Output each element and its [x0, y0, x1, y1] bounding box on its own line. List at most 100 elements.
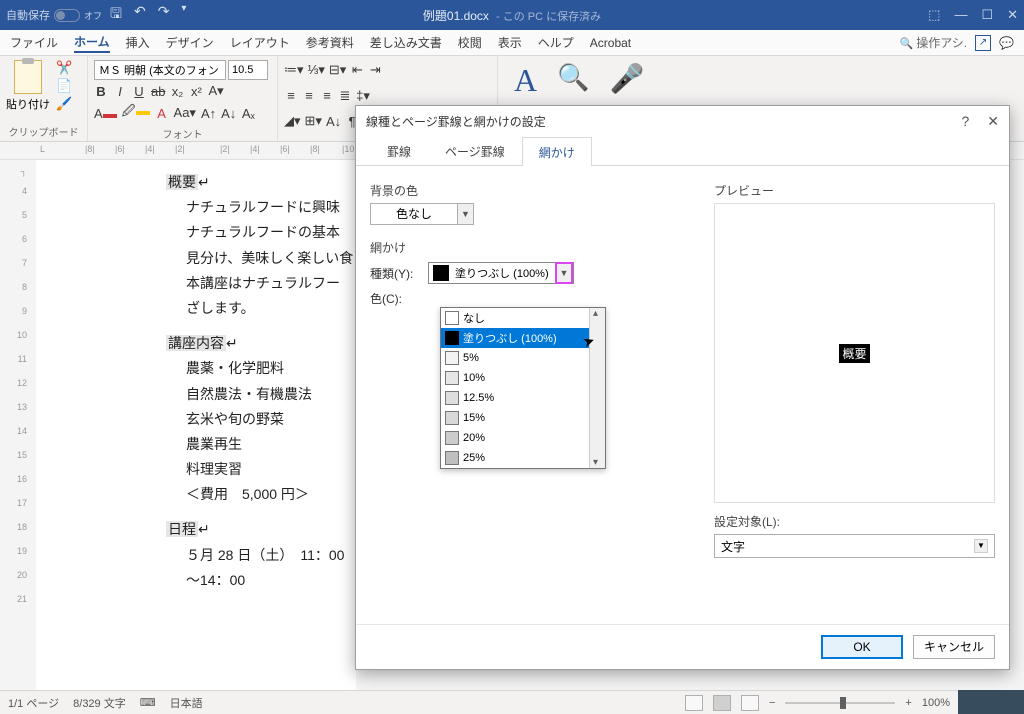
doc-text: ナチュラルフードの基本	[36, 220, 356, 245]
underline-button[interactable]: U	[132, 84, 146, 99]
change-case-button[interactable]: Aa▾	[174, 105, 196, 121]
apply-dropdown-icon[interactable]: ▼	[974, 539, 988, 553]
dropdown-scrollbar[interactable]	[589, 308, 605, 468]
ribbon-display-icon[interactable]: ⬚	[928, 7, 940, 23]
inc-indent-button[interactable]: ⇥	[368, 62, 382, 78]
option-25[interactable]: 25%	[441, 448, 605, 468]
tab-home[interactable]: ホーム	[74, 33, 110, 53]
bullets-button[interactable]: ≔▾	[284, 62, 304, 78]
grow-font-button[interactable]: A↑	[201, 106, 216, 121]
status-words[interactable]: 8/329 文字	[73, 695, 126, 711]
option-10[interactable]: 10%	[441, 368, 605, 388]
superscript-button[interactable]: x²	[189, 84, 203, 99]
sort-button[interactable]: A↓	[326, 114, 341, 129]
align-right-button[interactable]: ≡	[320, 88, 334, 103]
highlight-button[interactable]: 🖉	[122, 102, 150, 124]
tab-mail[interactable]: 差し込み文書	[370, 34, 442, 51]
option-5[interactable]: 5%	[441, 348, 605, 368]
autosave-toggle[interactable]: 自動保存 オフ	[6, 7, 102, 23]
document-page[interactable]: 概要↵ ナチュラルフードに興味 ナチュラルフードの基本 見分け、美味しく楽しい食…	[36, 160, 356, 690]
qat-more-icon[interactable]: ▾	[181, 3, 186, 27]
dec-indent-button[interactable]: ⇤	[350, 62, 364, 78]
group-font: B I U ab x₂ x² A▾ A 🖉 A Aa▾ A↑ A↓ Aₓ フォン…	[88, 56, 278, 141]
view-print-icon[interactable]	[713, 695, 731, 711]
align-center-button[interactable]: ≡	[302, 88, 316, 103]
font-size-input[interactable]	[228, 60, 268, 80]
shading-button[interactable]: ◢▾	[284, 113, 301, 129]
dialog-help-icon[interactable]: ?	[961, 113, 969, 130]
zoom-out-icon[interactable]: −	[769, 697, 775, 709]
subscript-button[interactable]: x₂	[170, 84, 184, 99]
bgcolor-dropdown-icon[interactable]: ▼	[458, 203, 474, 225]
tab-page-border[interactable]: ページ罫線	[428, 136, 522, 165]
status-page[interactable]: 1/1 ページ	[8, 695, 59, 711]
italic-button[interactable]: I	[113, 84, 127, 99]
tab-shading[interactable]: 網かけ	[522, 137, 592, 166]
line-spacing-button[interactable]: ‡▾	[356, 88, 370, 104]
group-label-clipboard: クリップボード	[6, 122, 81, 141]
save-icon[interactable]: 🖫	[110, 3, 122, 27]
char-shading-button[interactable]: A	[155, 106, 169, 121]
tab-references[interactable]: 参考資料	[306, 34, 354, 51]
tab-file[interactable]: ファイル	[10, 34, 58, 51]
maximize-icon[interactable]: ☐	[981, 7, 993, 23]
font-color-button[interactable]: A	[94, 106, 117, 121]
bold-button[interactable]: B	[94, 84, 108, 99]
type-combobox[interactable]: 塗りつぶし (100%) ▼	[428, 262, 574, 284]
find-button[interactable]: 🔍	[557, 62, 589, 93]
zoom-in-icon[interactable]: +	[905, 697, 911, 709]
tab-help[interactable]: ヘルプ	[538, 34, 574, 51]
comments-icon[interactable]: 💬	[999, 36, 1014, 50]
ok-button[interactable]: OK	[821, 635, 903, 659]
tab-insert[interactable]: 挿入	[126, 34, 150, 51]
view-web-icon[interactable]	[741, 695, 759, 711]
cut-icon[interactable]: ✂️	[56, 60, 72, 76]
justify-button[interactable]: ≣	[338, 88, 352, 104]
apply-to-combobox[interactable]: 文字 ▼	[714, 534, 995, 558]
copy-icon[interactable]: 📄	[56, 78, 72, 94]
tab-acrobat[interactable]: Acrobat	[590, 36, 631, 50]
doc-heading-2: 講座内容	[166, 335, 226, 351]
bgcolor-value[interactable]: 色なし	[370, 203, 458, 225]
status-language[interactable]: 日本語	[170, 695, 203, 711]
styles-button[interactable]: A	[514, 62, 537, 99]
dialog-right-panel: プレビュー 概要 設定対象(L): 文字 ▼	[714, 176, 995, 614]
zoom-value[interactable]: 100%	[922, 697, 950, 709]
cancel-button[interactable]: キャンセル	[913, 635, 995, 659]
share-icon[interactable]: ↗	[975, 35, 991, 51]
option-solid[interactable]: 塗りつぶし (100%)	[441, 328, 605, 348]
close-icon[interactable]: ✕	[1007, 7, 1018, 23]
view-read-icon[interactable]	[685, 695, 703, 711]
font-name-input[interactable]	[94, 60, 226, 80]
type-dropdown-icon[interactable]: ▼	[555, 262, 573, 284]
redo-icon[interactable]: ↷	[158, 3, 170, 27]
option-12[interactable]: 12.5%	[441, 388, 605, 408]
align-left-button[interactable]: ≡	[284, 88, 298, 103]
dictate-button[interactable]: 🎤	[609, 62, 644, 95]
tab-layout[interactable]: レイアウト	[230, 34, 290, 51]
tellme-search[interactable]: 操作アシ.	[899, 34, 967, 51]
text-effects-button[interactable]: A▾	[208, 83, 223, 99]
tab-view[interactable]: 表示	[498, 34, 522, 51]
format-painter-icon[interactable]: 🖌️	[56, 96, 72, 112]
option-20[interactable]: 20%	[441, 428, 605, 448]
option-none[interactable]: なし	[441, 308, 605, 328]
numbering-button[interactable]: ⅓▾	[308, 62, 325, 78]
ruler-vertical[interactable]: ┐ 4 5 6 7 8 9 10 11 12 13 14 15 16 17 18…	[0, 160, 30, 690]
multilevel-button[interactable]: ⊟▾	[329, 62, 346, 78]
tab-review[interactable]: 校閲	[458, 34, 482, 51]
status-proof-icon[interactable]: ⌨	[140, 696, 156, 709]
paste-button[interactable]: 貼り付け	[6, 60, 50, 112]
tab-design[interactable]: デザイン	[166, 34, 214, 51]
tab-borders[interactable]: 罫線	[370, 136, 428, 165]
minimize-icon[interactable]: —	[954, 7, 967, 23]
strike-button[interactable]: ab	[151, 84, 165, 99]
option-15[interactable]: 15%	[441, 408, 605, 428]
autosave-switch-icon[interactable]	[54, 9, 80, 22]
undo-icon[interactable]: ↶	[134, 3, 146, 27]
borders-button[interactable]: ⊞▾	[305, 113, 322, 129]
zoom-slider[interactable]	[785, 702, 895, 704]
dialog-close-icon[interactable]: ✕	[987, 113, 999, 130]
shrink-font-button[interactable]: A↓	[221, 106, 236, 121]
clear-format-button[interactable]: Aₓ	[241, 106, 255, 121]
